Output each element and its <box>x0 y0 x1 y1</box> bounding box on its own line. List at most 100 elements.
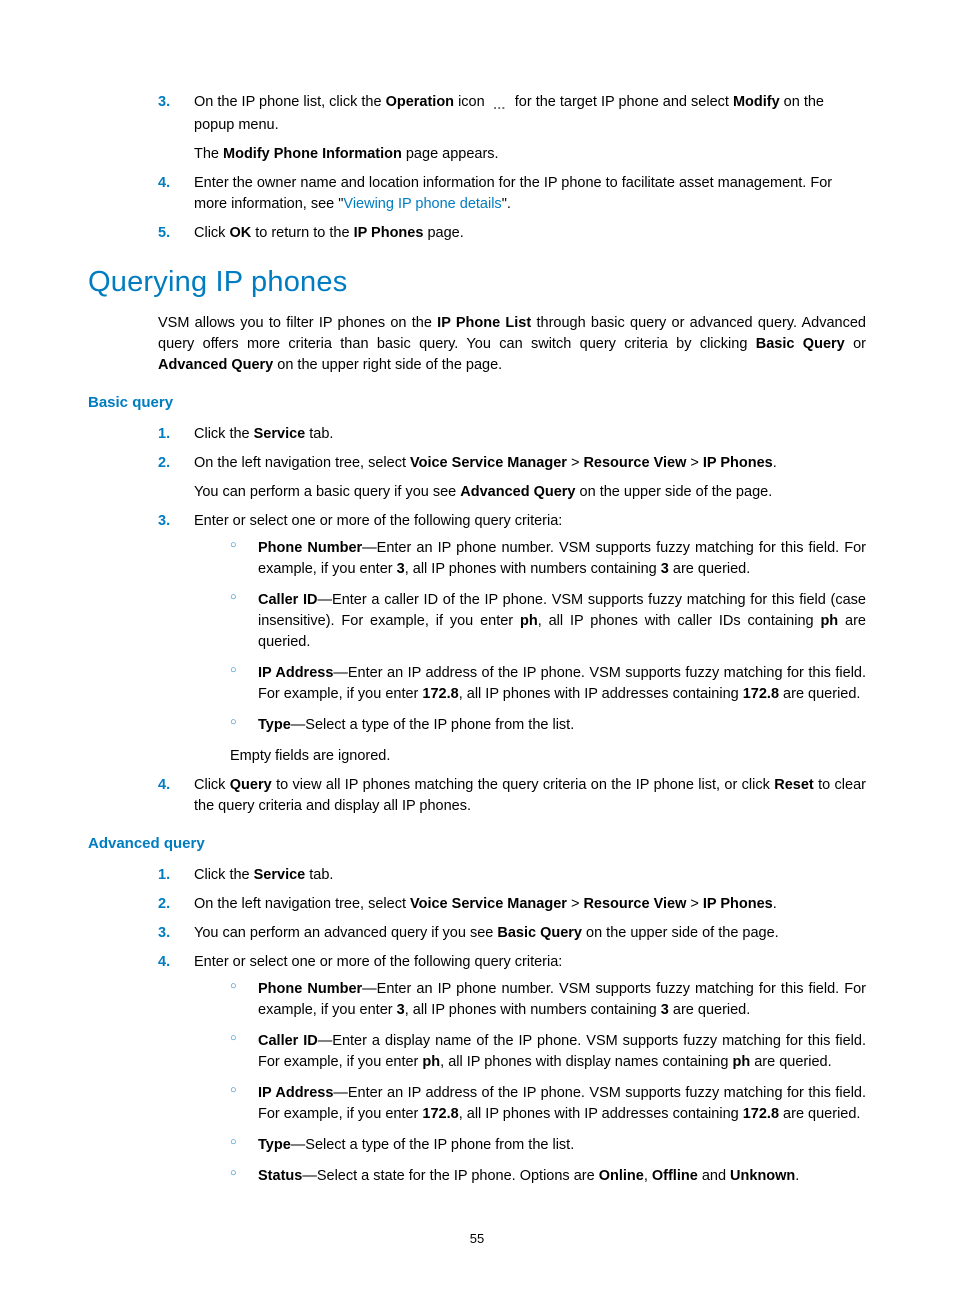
text: > <box>567 896 584 912</box>
heading-basic-query: Basic query <box>88 392 866 414</box>
circle-icon: ○ <box>230 1166 237 1182</box>
bold: Type <box>258 1137 291 1153</box>
bold: IP Address <box>258 1085 333 1101</box>
bold: ph <box>732 1054 750 1070</box>
text: are queried. <box>750 1054 831 1070</box>
circle-icon: ○ <box>230 538 237 554</box>
bold: 172.8 <box>743 1106 779 1122</box>
text: > <box>686 455 703 471</box>
bold: ph <box>520 613 538 629</box>
text: —Select a state for the IP phone. Option… <box>302 1168 598 1184</box>
page-number: 55 <box>0 1231 954 1246</box>
bold: Voice Service Manager <box>410 896 567 912</box>
text: for the target IP phone and select <box>511 94 733 110</box>
bold: IP Phone List <box>437 315 531 331</box>
circle-icon: ○ <box>230 590 237 606</box>
step-marker: 3. <box>158 511 170 532</box>
step-marker: 1. <box>158 424 170 445</box>
circle-icon: ○ <box>230 979 237 995</box>
text: or <box>845 336 866 352</box>
text: page. <box>423 225 463 241</box>
link-viewing-details[interactable]: Viewing IP phone details <box>343 196 501 212</box>
text: Click <box>194 225 229 241</box>
circle-icon: ○ <box>230 1135 237 1151</box>
bold: 3 <box>397 561 405 577</box>
adv-step-3: 3. You can perform an advanced query if … <box>158 923 866 944</box>
text: —Select a type of the IP phone from the … <box>291 1137 574 1153</box>
text: tab. <box>305 426 333 442</box>
bold: IP Phones <box>703 455 773 471</box>
text: . <box>795 1168 799 1184</box>
bold: Offline <box>652 1168 698 1184</box>
text: . <box>773 455 777 471</box>
text: > <box>567 455 584 471</box>
adv-step-4: 4. Enter or select one or more of the fo… <box>158 952 866 1187</box>
text: to return to the <box>251 225 353 241</box>
bold: Modify <box>733 94 780 110</box>
step-marker: 1. <box>158 865 170 886</box>
advanced-block: 1. Click the Service tab. 2. On the left… <box>88 865 866 1187</box>
bold: Query <box>230 777 272 793</box>
step-marker: 4. <box>158 775 170 796</box>
text: . <box>773 896 777 912</box>
basic-step-2: 2. On the left navigation tree, select V… <box>158 453 866 474</box>
step-marker: 5. <box>158 223 170 244</box>
text: You can perform an advanced query if you… <box>194 925 497 941</box>
circle-icon: ○ <box>230 1083 237 1099</box>
operation-icon: … <box>489 96 511 115</box>
bold: 172.8 <box>422 686 458 702</box>
bold: Reset <box>774 777 814 793</box>
basic-step-2-note: You can perform a basic query if you see… <box>158 482 866 503</box>
adv-step-1: 1. Click the Service tab. <box>158 865 866 886</box>
bold: Resource View <box>583 896 686 912</box>
bold: Basic Query <box>497 925 582 941</box>
text: are queried. <box>669 561 750 577</box>
text: icon <box>454 94 489 110</box>
bold: Phone Number <box>258 540 362 556</box>
bold: Operation <box>386 94 454 110</box>
text: tab. <box>305 867 333 883</box>
text: Enter or select one or more of the follo… <box>194 954 562 970</box>
text: Click the <box>194 426 254 442</box>
step-marker: 2. <box>158 453 170 474</box>
text: are queried. <box>669 1002 750 1018</box>
text: , all IP phones with numbers containing <box>405 1002 661 1018</box>
step-5: 5. Click OK to return to the IP Phones p… <box>158 223 866 244</box>
step-marker: 4. <box>158 173 170 194</box>
criteria-phone-number: ○Phone Number—Enter an IP phone number. … <box>230 979 866 1021</box>
text: > <box>686 896 703 912</box>
text: , all IP phones with numbers containing <box>405 561 661 577</box>
text: The <box>194 146 223 162</box>
criteria-ip-address: ○IP Address—Enter an IP address of the I… <box>230 663 866 705</box>
text: On the left navigation tree, select <box>194 896 410 912</box>
text: on the upper side of the page. <box>582 925 779 941</box>
bold: ph <box>820 613 838 629</box>
text: on the upper right side of the page. <box>273 357 502 373</box>
text: Enter or select one or more of the follo… <box>194 513 562 529</box>
bold: 3 <box>661 1002 669 1018</box>
bold: Service <box>254 426 306 442</box>
bold: 3 <box>397 1002 405 1018</box>
intro-block: VSM allows you to filter IP phones on th… <box>88 313 866 376</box>
bold: Caller ID <box>258 1033 318 1049</box>
empty-fields-note: Empty fields are ignored. <box>230 746 866 767</box>
basic-step-3: 3. Enter or select one or more of the fo… <box>158 511 866 767</box>
bold: Type <box>258 717 291 733</box>
text: ". <box>502 196 511 212</box>
bold: Caller ID <box>258 592 318 608</box>
text: VSM allows you to filter IP phones on th… <box>158 315 437 331</box>
criteria-caller-id: ○Caller ID—Enter a display name of the I… <box>230 1031 866 1073</box>
step-3-note: The Modify Phone Information page appear… <box>158 144 866 165</box>
bold: Advanced Query <box>158 357 273 373</box>
text: Enter the owner name and location inform… <box>194 175 832 212</box>
bold: 3 <box>661 561 669 577</box>
basic-step-4: 4. Click Query to view all IP phones mat… <box>158 775 866 817</box>
text: On the left navigation tree, select <box>194 455 410 471</box>
bold: IP Phones <box>703 896 773 912</box>
basic-step-1: 1. Click the Service tab. <box>158 424 866 445</box>
step-marker: 4. <box>158 952 170 973</box>
bold: Resource View <box>583 455 686 471</box>
step-4: 4. Enter the owner name and location inf… <box>158 173 866 215</box>
step-marker: 2. <box>158 894 170 915</box>
step-marker: 3. <box>158 923 170 944</box>
